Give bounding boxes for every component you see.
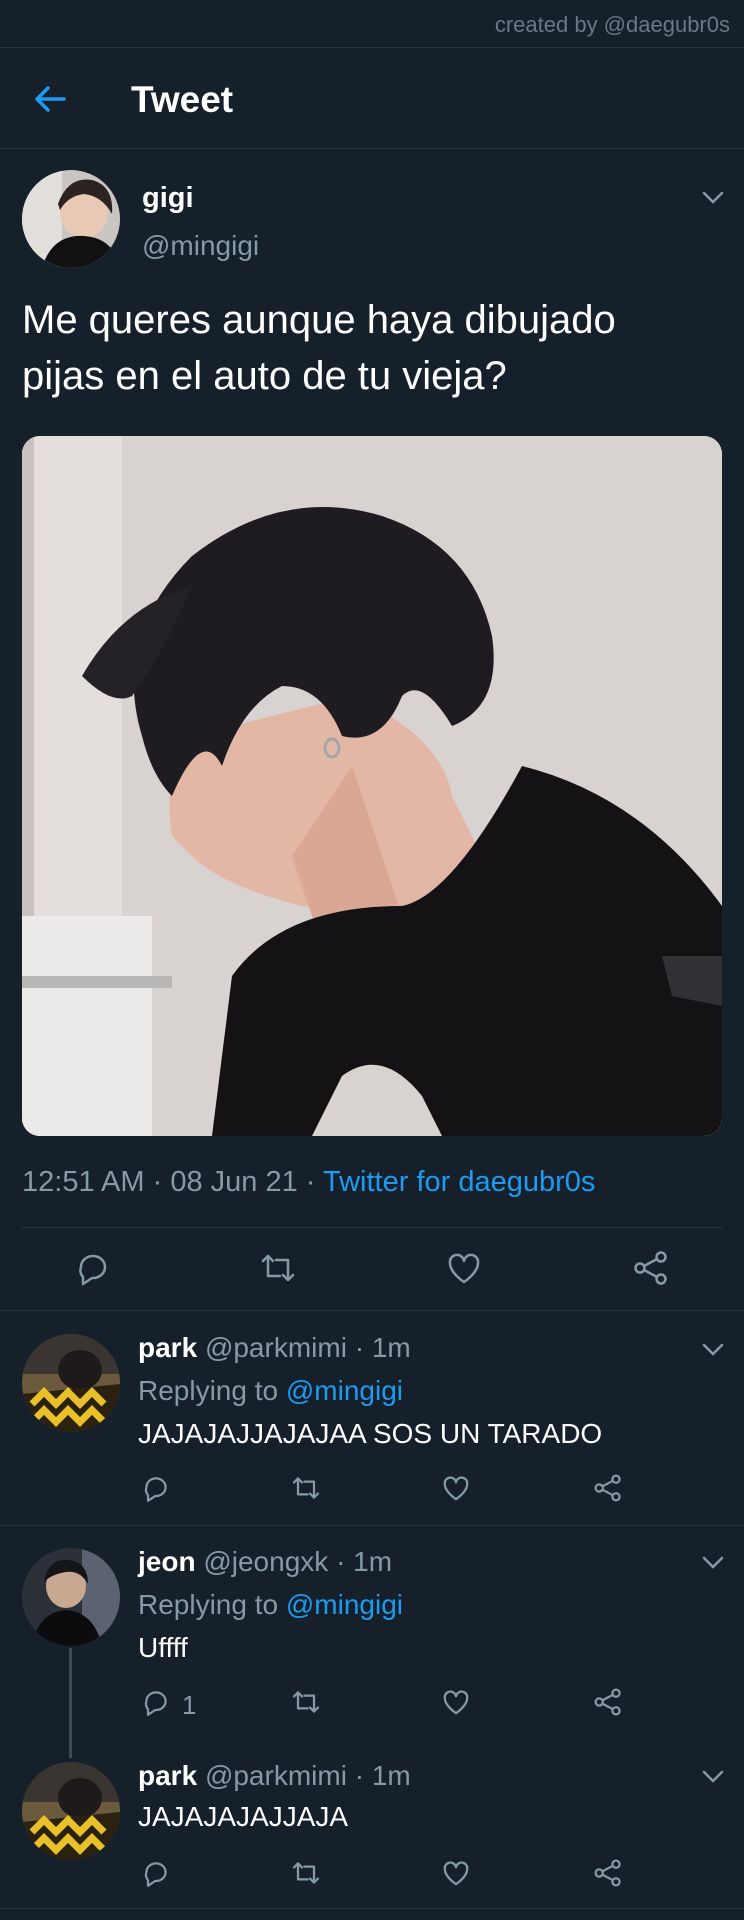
top-bar: Tweet: [0, 49, 744, 149]
thread-connector: [69, 1648, 72, 1758]
retweet-icon[interactable]: [290, 1857, 322, 1889]
chevron-down-icon[interactable]: [700, 1340, 726, 1358]
author-avatar[interactable]: [22, 170, 120, 268]
tweet-date: 08 Jun 21: [170, 1166, 298, 1198]
page-title: Tweet: [131, 79, 234, 120]
tweet-text: Me queres aunque haya dibujado pijas en …: [22, 298, 616, 398]
reply-avatar[interactable]: [22, 1762, 120, 1860]
replying-to: Replying to @mingigi: [138, 1589, 404, 1620]
replying-to: Replying to @mingigi: [138, 1375, 404, 1406]
chevron-down-icon[interactable]: [700, 188, 726, 206]
author-name[interactable]: gigi: [142, 182, 194, 215]
like-icon[interactable]: [444, 1248, 484, 1288]
share-icon[interactable]: [592, 1857, 624, 1889]
reply-author[interactable]: park @parkmimi · 1m: [138, 1332, 411, 1364]
retweet-icon[interactable]: [258, 1248, 298, 1288]
reply-author[interactable]: jeon @jeongxk · 1m: [138, 1546, 392, 1578]
divider: [22, 1227, 722, 1228]
tweet-time: 12:51 AM: [22, 1166, 145, 1198]
like-icon[interactable]: [440, 1686, 472, 1718]
reply-icon[interactable]: [140, 1686, 172, 1718]
reply-icon[interactable]: [73, 1248, 113, 1288]
mention-link[interactable]: @mingigi: [286, 1589, 403, 1620]
author-handle[interactable]: @mingigi: [142, 230, 259, 262]
reply-avatar[interactable]: [22, 1334, 120, 1432]
mention-link[interactable]: @mingigi: [286, 1375, 403, 1406]
watermark-credit: created by @daegubr0s: [0, 0, 744, 48]
divider: [0, 1525, 744, 1526]
share-icon[interactable]: [592, 1472, 624, 1504]
reply-icon[interactable]: [140, 1857, 172, 1889]
tweet-source-link[interactable]: Twitter for daegubr0s: [323, 1166, 595, 1198]
share-icon[interactable]: [631, 1248, 671, 1288]
back-arrow-icon[interactable]: [30, 79, 70, 119]
retweet-icon[interactable]: [290, 1686, 322, 1718]
like-icon[interactable]: [440, 1472, 472, 1504]
reply-text: Uffff: [138, 1632, 188, 1663]
reply-text: JAJAJAJAJJAJA: [138, 1801, 349, 1832]
tweet-timestamp-row: 12:51 AM · 08 Jun 21 · Twitter for daegu…: [22, 1166, 596, 1198]
reply-author[interactable]: park @parkmimi · 1m: [138, 1760, 411, 1792]
retweet-icon[interactable]: [290, 1472, 322, 1504]
reply-avatar[interactable]: [22, 1548, 120, 1646]
divider: [0, 1310, 744, 1311]
reply-count: 1: [182, 1690, 197, 1720]
reply-text: JAJAJAJJAJAJAA SOS UN TARADO: [138, 1418, 603, 1449]
reply-icon[interactable]: [140, 1472, 172, 1504]
chevron-down-icon[interactable]: [700, 1767, 726, 1785]
tweet-photo[interactable]: [22, 436, 722, 1136]
share-icon[interactable]: [592, 1686, 624, 1718]
divider: [0, 1908, 744, 1909]
like-icon[interactable]: [440, 1857, 472, 1889]
chevron-down-icon[interactable]: [700, 1553, 726, 1571]
